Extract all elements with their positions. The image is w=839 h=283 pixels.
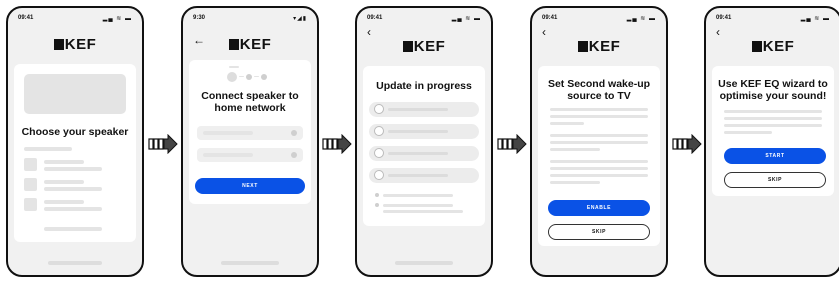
page-title: Update in progress [376,80,472,92]
note-line [383,194,453,197]
update-step [369,102,479,117]
page-title: Choose your speaker [21,126,129,138]
page-title: Connect speaker to home network [201,90,299,114]
bullet-dot [375,203,379,207]
description-line [550,141,648,144]
description-line [550,148,600,151]
connect-card: Connect speaker to home network NEXT [189,60,311,204]
field-placeholder [203,153,253,157]
update-step [369,168,479,183]
home-indicator [48,261,102,265]
step-indicator [246,74,252,80]
back-arrow-icon[interactable]: ‹ [542,26,546,38]
status-time: 09:41 [542,15,558,21]
flow-arrow-icon [672,134,702,154]
description-line [550,160,648,163]
description-line [550,174,648,177]
description-line [550,181,600,184]
choose-speaker-card: Choose your speaker [14,64,136,242]
kef-logo-mark-icon [228,39,239,50]
status-icons: ▂▄ ≋ ▬ [626,16,656,22]
back-arrow-icon[interactable]: ‹ [716,26,720,38]
step-connector [239,76,244,77]
start-button[interactable]: START [724,148,826,164]
step-label-placeholder [229,66,239,68]
field-icon [291,130,297,136]
kef-logo: KEF [706,38,839,55]
speaker-thumb[interactable] [24,198,37,211]
description-line [724,124,822,127]
enable-button[interactable]: ENABLE [548,200,650,216]
description-line [724,117,822,120]
speaker-line [44,200,84,204]
description-line [550,122,584,125]
speaker-thumb[interactable] [24,178,37,191]
home-indicator [221,261,279,265]
step-indicator [261,74,267,80]
status-icons: ▂▄ ≋ ▬ [800,16,830,22]
field-placeholder [203,131,253,135]
note-line [383,210,463,213]
status-time: 09:41 [716,15,732,21]
update-step [369,124,479,139]
phone-screen-wake-up: 09:41 ▂▄ ≋ ▬ ‹ KEF Set Second wake-up so… [530,6,668,277]
status-time: 9:30 [193,15,206,21]
kef-logo-mark-icon [577,41,588,52]
flow-arrow-icon [148,134,178,154]
wake-up-card: Set Second wake-up source to TV ENABLE S… [538,66,660,246]
description-line [724,110,822,113]
hero-image-placeholder [24,74,126,114]
speaker-line [44,167,102,171]
skip-button[interactable]: SKIP [724,172,826,188]
description-line [550,134,648,137]
update-card: Update in progress [363,66,485,226]
kef-logo-mark-icon [751,41,762,52]
step-indicator-active [227,72,237,82]
speaker-line [44,160,84,164]
update-step [369,146,479,161]
phone-screen-update: 09:41 ▂▄ ≋ ▬ ‹ KEF Update in progress [355,6,493,277]
status-icons: ▂▄ ≋ ▬ [102,16,132,22]
status-time: 09:41 [367,15,383,21]
kef-logo: KEF [357,38,491,55]
kef-logo: KEF [532,38,666,55]
phone-screen-choose-speaker: 09:41 ▂▄ ≋ ▬ KEF Choose your speaker [6,6,144,277]
kef-logo: KEF [183,36,317,53]
description-line [550,167,648,170]
flow-arrow-icon [497,134,527,154]
speaker-line [44,180,84,184]
flow-arrow-icon [322,134,352,154]
field-icon [291,152,297,158]
note-line [383,204,453,207]
next-button[interactable]: NEXT [195,178,305,194]
home-indicator [395,261,453,265]
page-title: Use KEF EQ wizard to optimise your sound… [718,78,828,102]
text-placeholder [24,147,72,151]
kef-logo-mark-icon [53,39,64,50]
status-icons: ▾◢▮ [293,16,307,22]
speaker-line [44,207,102,211]
skip-button[interactable]: SKIP [548,224,650,240]
back-arrow-icon[interactable]: ‹ [367,26,371,38]
status-time: 09:41 [18,15,34,21]
step-connector [254,76,259,77]
bullet-dot [375,193,379,197]
speaker-thumb[interactable] [24,158,37,171]
status-icons: ▂▄ ≋ ▬ [451,16,481,22]
eq-wizard-card: Use KEF EQ wizard to optimise your sound… [712,66,834,196]
phone-screen-connect-network: 9:30 ▾◢▮ ← KEF Connect speaker to home n… [181,6,319,277]
kef-logo-mark-icon [402,41,413,52]
description-line [724,131,772,134]
speaker-line [44,187,102,191]
page-title: Set Second wake-up source to TV [547,78,651,102]
description-line [550,108,648,111]
phone-screen-eq-wizard: 09:41 ▂▄ ≋ ▬ ‹ KEF Use KEF EQ wizard to … [704,6,839,277]
kef-logo: KEF [8,36,142,53]
description-line [550,115,648,118]
text-placeholder [44,227,102,231]
